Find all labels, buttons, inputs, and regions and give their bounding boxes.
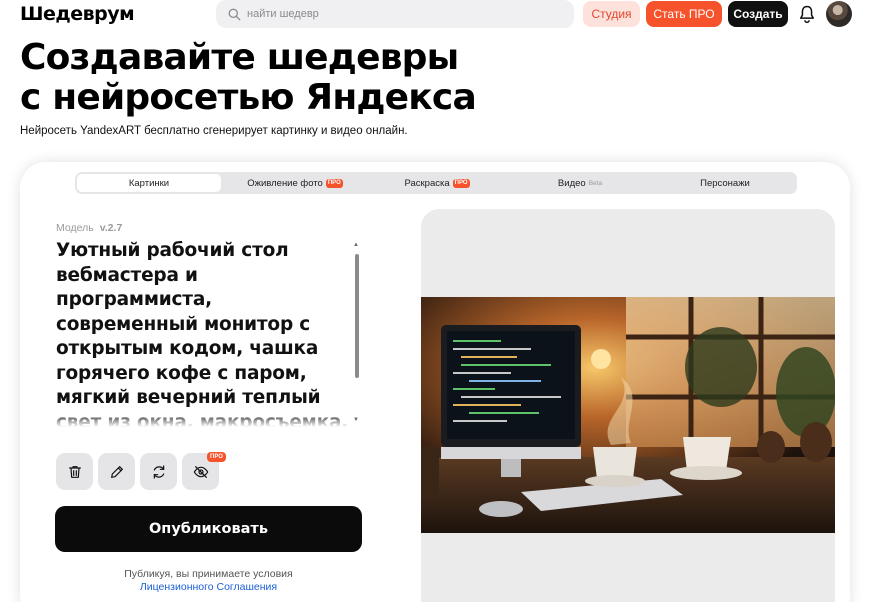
tab-label: Картинки (128, 177, 170, 189)
terms-notice: Публикуя, вы принимаете условия Лицензио… (55, 568, 362, 594)
scroll-down-arrow[interactable]: ▼ (353, 417, 359, 423)
license-link[interactable]: Лицензионного Соглашения (55, 581, 362, 594)
pencil-icon (110, 465, 123, 478)
tab-photo-animation[interactable]: Оживление фото ПРО (221, 174, 369, 192)
mode-tabs: Картинки Оживление фото ПРО Раскраска ПРО … (75, 172, 797, 194)
prompt-scrollbar[interactable] (355, 254, 359, 378)
edit-button[interactable] (98, 453, 135, 490)
terms-text: Публикуя, вы принимаете условия (124, 568, 293, 580)
tab-label: Оживление фото (247, 177, 323, 189)
page-subtitle: Нейросеть YandexART бесплатно сгенерируе… (20, 125, 408, 137)
pro-badge: ПРО (452, 178, 470, 188)
tab-pictures[interactable]: Картинки (77, 174, 221, 192)
eye-off-icon (193, 465, 208, 478)
scroll-up-arrow[interactable]: ▲ (353, 242, 359, 248)
prompt-fade (56, 415, 356, 427)
avatar[interactable] (826, 1, 852, 27)
regenerate-button[interactable] (140, 453, 177, 490)
page-title: Создавайте шедевры с нейросетью Яндекса (20, 38, 580, 118)
beta-note: Beta (588, 179, 603, 187)
search-icon (228, 8, 241, 20)
tab-video[interactable]: Видео Beta (505, 174, 655, 192)
tab-label: Персонажи (700, 177, 750, 189)
tab-coloring[interactable]: Раскраска ПРО (369, 174, 505, 192)
generator-card: Картинки Оживление фото ПРО Раскраска ПРО … (20, 162, 850, 602)
become-pro-button[interactable]: Стать ПРО (646, 1, 722, 27)
bell-icon[interactable] (797, 4, 817, 24)
pro-badge: ПРО (207, 452, 226, 462)
create-button[interactable]: Создать (728, 1, 788, 27)
generated-image[interactable] (421, 297, 835, 533)
prompt-text[interactable]: Уютный рабочий стол вебмастера и програм… (56, 239, 356, 427)
model-version: v.2.7 (99, 222, 123, 234)
page-title-line-2: с нейросетью Яндекса (20, 77, 477, 118)
tab-label: Видео (557, 177, 586, 189)
search-bar[interactable] (216, 0, 574, 28)
delete-button[interactable] (56, 453, 93, 490)
tab-characters[interactable]: Персонажи (655, 174, 795, 192)
logo[interactable]: Шедеврум (20, 3, 135, 25)
pro-badge: ПРО (325, 178, 343, 188)
page-title-line-1: Создавайте шедевры (20, 37, 459, 78)
model-label: Модель (56, 222, 94, 234)
refresh-icon (153, 464, 164, 479)
prompt-textarea[interactable]: Уютный рабочий стол вебмастера и програм… (56, 239, 362, 427)
search-input[interactable] (247, 8, 547, 20)
tab-label: Раскраска (404, 177, 450, 189)
image-preview-panel (421, 209, 835, 602)
studio-button[interactable]: Студия (583, 1, 640, 27)
model-selector[interactable]: Модель v.2.7 (56, 222, 122, 234)
top-bar: Шедеврум Студия Стать ПРО Создать (0, 0, 870, 30)
publish-button[interactable]: Опубликовать (55, 506, 362, 552)
trash-icon (68, 465, 81, 478)
